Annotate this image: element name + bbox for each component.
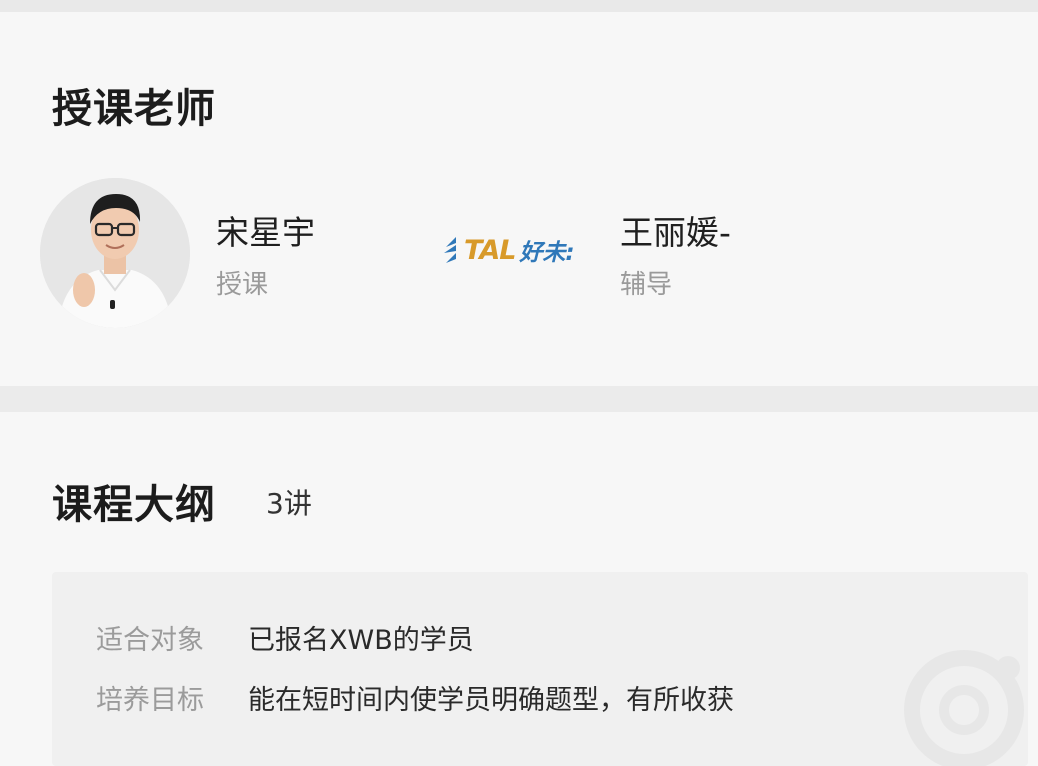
page: 授课老师 宋星宇 授课 TAL 好未: 王丽媛- 辅导 课程大纲 3讲 适合对象…: [0, 0, 1038, 766]
tal-cn-text: 好未:: [519, 240, 575, 266]
info-value: 能在短时间内使学员明确题型，有所收获: [248, 685, 734, 716]
info-value: 已报名XWB的学员: [248, 625, 474, 656]
info-row-audience: 适合对象 已报名XWB的学员: [96, 618, 474, 657]
tal-mark-icon: [444, 237, 456, 263]
course-info-box: 适合对象 已报名XWB的学员 培养目标 能在短时间内使学员明确题型，有所收获: [52, 572, 1028, 766]
tutor-role: 辅导: [620, 270, 673, 300]
tutor-name[interactable]: 王丽媛-: [620, 206, 731, 254]
teacher-photo-icon: [40, 178, 190, 328]
teacher-avatar[interactable]: [40, 178, 190, 328]
info-label: 培养目标: [96, 685, 204, 716]
lesson-count: 3讲: [266, 487, 312, 520]
info-row-goal: 培养目标 能在短时间内使学员明确题型，有所收获: [96, 678, 734, 717]
top-strip: [0, 0, 1038, 12]
teacher-role: 授课: [216, 270, 269, 300]
section-divider: [0, 386, 1038, 412]
tal-brand-text: TAL: [464, 234, 516, 266]
info-label: 适合对象: [96, 625, 204, 656]
tal-logo: TAL 好未:: [440, 230, 600, 270]
teachers-section-title: 授课老师: [52, 86, 216, 132]
outline-section-title: 课程大纲: [52, 482, 216, 528]
watermark-icon: [904, 650, 1024, 766]
teacher-name[interactable]: 宋星宇: [216, 206, 315, 254]
